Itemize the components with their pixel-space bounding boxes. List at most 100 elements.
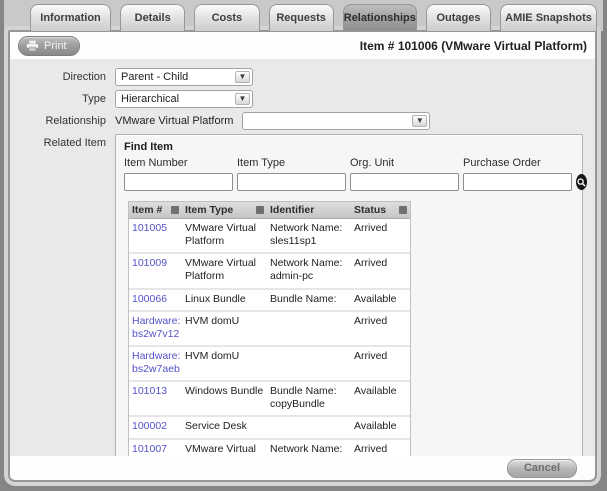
column-header-status[interactable]: Status <box>351 202 410 218</box>
item-number-group: Item Number <box>124 157 233 191</box>
related-item-label: Related Item <box>43 137 106 149</box>
header-row: Print Item # 101006 (VMware Virtual Plat… <box>10 32 595 59</box>
relationship-form: Direction Parent - Child ▼ Type Hierarch… <box>10 59 595 456</box>
type-select-value: Hierarchical <box>121 93 180 105</box>
status-cell: Arrived <box>354 314 388 327</box>
item-type-cell: Service Desk <box>185 420 247 433</box>
item-link[interactable]: 101013 <box>129 382 182 415</box>
item-link[interactable]: 101007 <box>129 440 182 457</box>
tab-outages[interactable]: Outages <box>425 4 492 31</box>
status-cell: Arrived <box>354 222 388 234</box>
item-number-label: Item Number <box>124 157 188 169</box>
results-table-header: Item # Item Type Identifier Status <box>129 202 410 219</box>
find-item-fields: Item Number Item Type Org. Unit Purchase… <box>124 157 587 191</box>
column-header-identifier[interactable]: Identifier <box>267 202 351 218</box>
item-link[interactable]: 100002 <box>129 417 182 437</box>
content-panel: Print Item # 101006 (VMware Virtual Plat… <box>8 30 597 482</box>
chevron-down-icon: ▼ <box>235 93 250 105</box>
item-type-cell: VMware Virtual Platform <box>185 257 256 283</box>
identifier-cell: Bundle Name: <box>270 292 337 305</box>
table-row: 101009 VMware Virtual Platform Network N… <box>129 254 410 290</box>
table-row: Hardware: bs2w7v12 HVM domU Arrived <box>129 311 410 347</box>
item-link[interactable]: 101009 <box>129 254 182 287</box>
relationship-row: Relationship VMware Virtual Platform ▼ <box>10 112 595 130</box>
item-link[interactable]: Hardware: bs2w7v12 <box>129 312 182 345</box>
table-row: 101007 VMware Virtual Platform Network N… <box>129 439 410 457</box>
tab-bar: Information Details Costs Requests Relat… <box>30 4 597 31</box>
tab-costs[interactable]: Costs <box>194 4 260 31</box>
relationship-select[interactable]: ▼ <box>242 112 431 130</box>
item-type-cell: HVM domU <box>185 349 240 362</box>
identifier-cell <box>267 312 351 345</box>
item-type-group: Item Type <box>237 157 346 191</box>
type-row: Type Hierarchical ▼ <box>10 90 595 108</box>
status-cell: Available <box>354 420 397 433</box>
relationship-value-text: VMware Virtual Platform <box>115 115 234 127</box>
printer-icon <box>26 40 39 52</box>
tab-details[interactable]: Details <box>120 4 186 31</box>
identifier-cell: Network Name: win7-ent-64 <box>270 442 343 457</box>
footer-row: Cancel <box>10 456 595 480</box>
tab-information[interactable]: Information <box>30 4 112 31</box>
item-type-cell: VMware Virtual Platform <box>185 222 256 248</box>
sort-icon[interactable] <box>256 206 264 214</box>
table-row: 100002 Service Desk Available <box>129 417 410 440</box>
status-cell: Arrived <box>354 349 388 362</box>
item-type-cell: Windows Bundle <box>185 385 264 398</box>
purchase-order-group: Purchase Order <box>463 157 572 191</box>
identifier-cell: Bundle Name: copyBundle <box>270 385 337 411</box>
relationship-label: Relationship <box>45 115 106 127</box>
direction-select-value: Parent - Child <box>121 71 189 83</box>
direction-label: Direction <box>62 71 106 83</box>
status-cell: Available <box>354 292 397 305</box>
table-row: 101005 VMware Virtual Platform Network N… <box>129 219 410 255</box>
search-button[interactable] <box>576 174 587 190</box>
status-cell: Available <box>354 385 397 398</box>
item-link[interactable]: 101005 <box>129 219 182 252</box>
item-number-input[interactable] <box>124 173 233 191</box>
item-link[interactable]: 100066 <box>129 290 182 310</box>
column-header-item-type[interactable]: Item Type <box>182 202 267 218</box>
sort-icon[interactable] <box>399 206 407 214</box>
tab-relationships[interactable]: Relationships <box>342 4 417 31</box>
print-button-label: Print <box>44 39 67 52</box>
status-cell: Arrived <box>354 257 388 270</box>
identifier-cell <box>267 417 351 437</box>
purchase-order-label: Purchase Order <box>463 157 541 169</box>
type-select[interactable]: Hierarchical ▼ <box>115 90 253 108</box>
item-type-cell: VMware Virtual Platform <box>185 442 256 457</box>
status-cell: Arrived <box>354 442 388 455</box>
org-unit-input[interactable] <box>350 173 459 191</box>
identifier-cell: Network Name: sles11sp1 <box>270 222 343 248</box>
table-row: Hardware: bs2w7aeb HVM domU Arrived <box>129 346 410 383</box>
results-table: Item # Item Type Identifier Status 10100… <box>128 201 411 456</box>
tab-requests[interactable]: Requests <box>268 4 334 31</box>
column-header-item[interactable]: Item # <box>129 202 182 218</box>
item-type-cell: HVM domU <box>185 314 240 327</box>
cancel-button[interactable]: Cancel <box>507 458 577 478</box>
item-type-cell: Linux Bundle <box>185 292 246 305</box>
direction-select[interactable]: Parent - Child ▼ <box>115 68 253 86</box>
item-type-input[interactable] <box>237 173 346 191</box>
org-unit-label: Org. Unit <box>350 157 395 169</box>
identifier-cell: Network Name: admin-pc <box>270 257 343 283</box>
purchase-order-input[interactable] <box>463 173 572 191</box>
find-item-panel: Find Item Item Number Item Type Org. Uni… <box>115 134 587 456</box>
find-item-legend: Find Item <box>124 141 173 153</box>
table-row: 101013 Windows Bundle Bundle Name: copyB… <box>129 382 410 418</box>
org-unit-group: Org. Unit <box>350 157 459 191</box>
item-link[interactable]: Hardware: bs2w7aeb <box>129 347 182 380</box>
item-type-label: Item Type <box>237 157 286 169</box>
chevron-down-icon: ▼ <box>235 71 250 83</box>
table-row: 100066 Linux Bundle Bundle Name: Availab… <box>129 289 410 312</box>
print-button[interactable]: Print <box>18 35 80 56</box>
direction-row: Direction Parent - Child ▼ <box>10 68 595 86</box>
type-label: Type <box>82 93 106 105</box>
related-item-row: Related Item Find Item Item Number Item … <box>10 134 595 456</box>
page-title: Item # 101006 (VMware Virtual Platform) <box>359 38 587 53</box>
tab-amie-snapshots[interactable]: AMIE Snapshots <box>500 4 597 31</box>
search-icon <box>577 177 586 187</box>
chevron-down-icon: ▼ <box>412 115 428 127</box>
sort-icon[interactable] <box>171 206 179 214</box>
identifier-cell <box>267 347 351 380</box>
